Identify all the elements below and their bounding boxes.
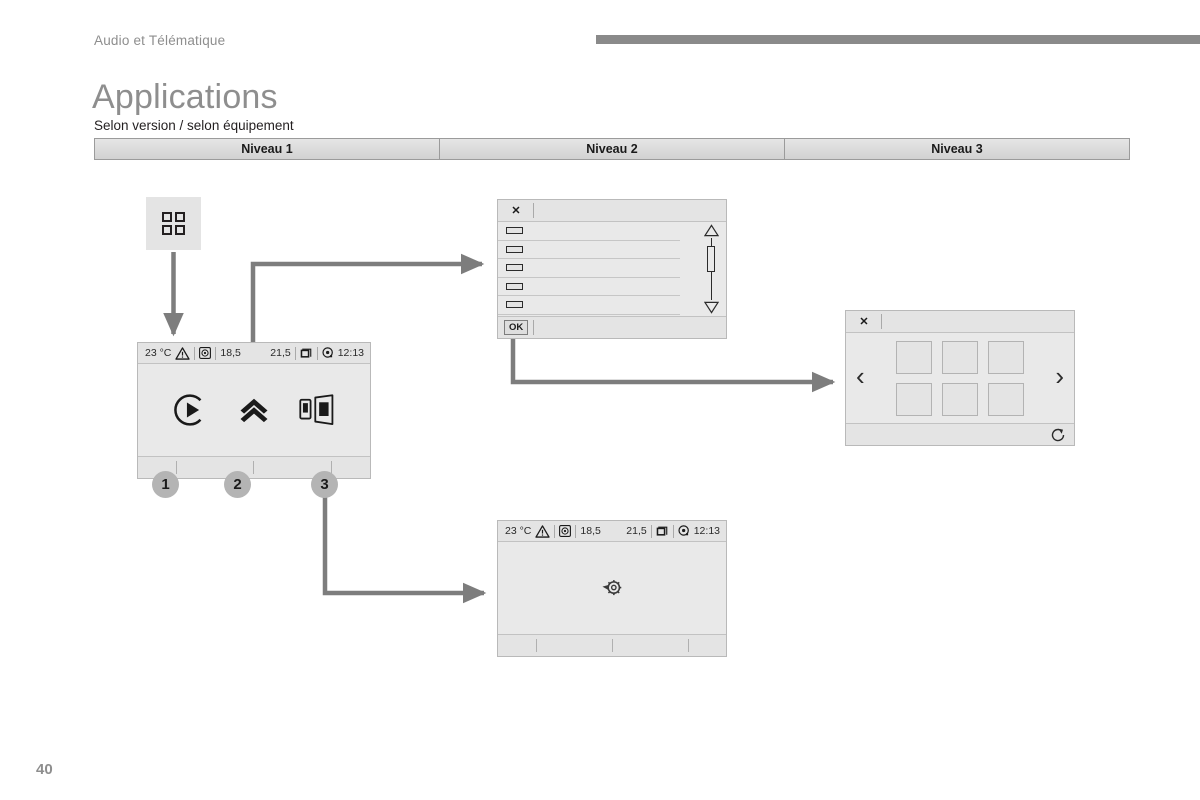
list-item-icon <box>506 245 523 253</box>
list-title-bar: ✕ <box>498 200 726 222</box>
bar-divider <box>881 314 882 329</box>
app-grid <box>896 340 1024 416</box>
list-item[interactable] <box>498 296 680 315</box>
tab-divider <box>687 639 689 652</box>
scroll-thumb[interactable] <box>707 246 715 272</box>
refresh-icon[interactable] <box>1050 427 1066 443</box>
status-divider <box>650 524 652 538</box>
tab-divider <box>253 461 255 474</box>
callout-3: 3 <box>311 471 338 498</box>
apps-grid-icon <box>162 212 185 235</box>
play-circle-icon[interactable] <box>173 392 209 428</box>
grid-body: ‹ › <box>846 333 1074 423</box>
tab-divider <box>611 639 613 652</box>
page-subtitle: Selon version / selon équipement <box>94 118 294 133</box>
status-divider <box>554 524 556 538</box>
level-column-3: Niveau 3 <box>931 142 983 156</box>
tab-divider <box>176 461 178 474</box>
status-divider <box>294 346 296 360</box>
screen-list[interactable]: ✕ OK <box>497 199 727 339</box>
warning-triangle-icon <box>175 346 191 360</box>
app-cell[interactable] <box>988 340 1024 374</box>
list-item[interactable] <box>498 222 680 241</box>
next-page-icon[interactable]: › <box>1055 363 1064 389</box>
settings-gear-icon <box>322 347 333 358</box>
status-temperature: 23 °C <box>505 525 532 537</box>
settings-gear-icon <box>678 525 689 536</box>
list-item[interactable] <box>498 241 680 259</box>
screen-home[interactable]: 23 °C 18,5 21,5 12:13 <box>137 342 371 479</box>
close-icon[interactable]: ✕ <box>852 314 876 329</box>
status-time: 12:13 <box>693 525 720 537</box>
media-stack-icon <box>300 348 312 358</box>
app-cell[interactable] <box>896 340 932 374</box>
app-cell[interactable] <box>942 340 978 374</box>
list-item-icon <box>506 227 523 235</box>
level-column-1: Niveau 1 <box>95 139 440 159</box>
status-divider <box>316 346 318 360</box>
status-right-temp: 21,5 <box>626 525 647 537</box>
status-temperature: 23 °C <box>145 347 172 359</box>
app-cell[interactable] <box>896 382 932 416</box>
page-title: Applications <box>92 78 278 116</box>
app-cell[interactable] <box>988 382 1024 416</box>
media-stack-icon <box>656 526 668 536</box>
status-left-temp: 18,5 <box>580 525 601 537</box>
scroll-track[interactable] <box>707 238 715 300</box>
loading-gear-icon <box>602 580 622 596</box>
bar-divider <box>533 320 535 335</box>
screen-loading[interactable]: 23 °C 18,5 21,5 12:13 <box>497 520 727 657</box>
status-left-temp: 18,5 <box>220 347 241 359</box>
page-number: 40 <box>36 761 53 778</box>
callout-2: 2 <box>224 471 251 498</box>
header-rule <box>596 35 1200 44</box>
grid-action-bar <box>846 423 1074 445</box>
home-status-bar: 23 °C 18,5 21,5 12:13 <box>138 343 370 364</box>
app-cell[interactable] <box>942 382 978 416</box>
screen-app-grid[interactable]: ✕ ‹ › <box>845 310 1075 446</box>
level-column-2: Niveau 2 <box>440 139 785 159</box>
status-divider <box>194 346 196 360</box>
status-divider <box>672 524 674 538</box>
target-icon <box>199 347 212 359</box>
list-item-icon <box>506 301 523 309</box>
running-head: Audio et Télématique <box>94 33 226 48</box>
list-item-icon <box>506 282 523 290</box>
loading-status-bar: 23 °C 18,5 21,5 12:13 <box>498 521 726 542</box>
apps-launcher-tile[interactable] <box>146 197 201 250</box>
loading-tab-bar[interactable] <box>498 634 726 656</box>
target-icon <box>559 525 572 537</box>
status-right-temp: 21,5 <box>270 347 291 359</box>
list-scrollbar[interactable] <box>702 224 720 314</box>
list-item[interactable] <box>498 259 680 278</box>
status-divider <box>215 346 217 360</box>
list-item-icon <box>506 264 523 272</box>
double-chevron-up-icon[interactable] <box>236 392 272 428</box>
list-item[interactable] <box>498 278 680 296</box>
bar-divider <box>533 203 534 218</box>
manual-page: Audio et Télématique Applications Selon … <box>0 0 1200 800</box>
tab-divider <box>535 639 537 652</box>
phone-mirror-icon[interactable] <box>299 394 335 426</box>
list-body <box>498 222 726 316</box>
ok-button[interactable]: OK <box>504 320 529 335</box>
triangle-up-icon[interactable] <box>703 224 719 237</box>
home-icon-row <box>138 364 370 456</box>
grid-title-bar: ✕ <box>846 311 1074 333</box>
prev-page-icon[interactable]: ‹ <box>856 363 865 389</box>
status-divider <box>575 524 577 538</box>
close-icon[interactable]: ✕ <box>504 203 528 218</box>
loading-body <box>498 542 726 634</box>
triangle-down-icon[interactable] <box>703 301 719 314</box>
status-time: 12:13 <box>337 347 364 359</box>
warning-triangle-icon <box>535 524 551 538</box>
levels-table: Niveau 1 Niveau 2 Niveau 3 <box>94 138 1130 160</box>
callout-1: 1 <box>152 471 179 498</box>
list-action-bar: OK <box>498 316 726 338</box>
